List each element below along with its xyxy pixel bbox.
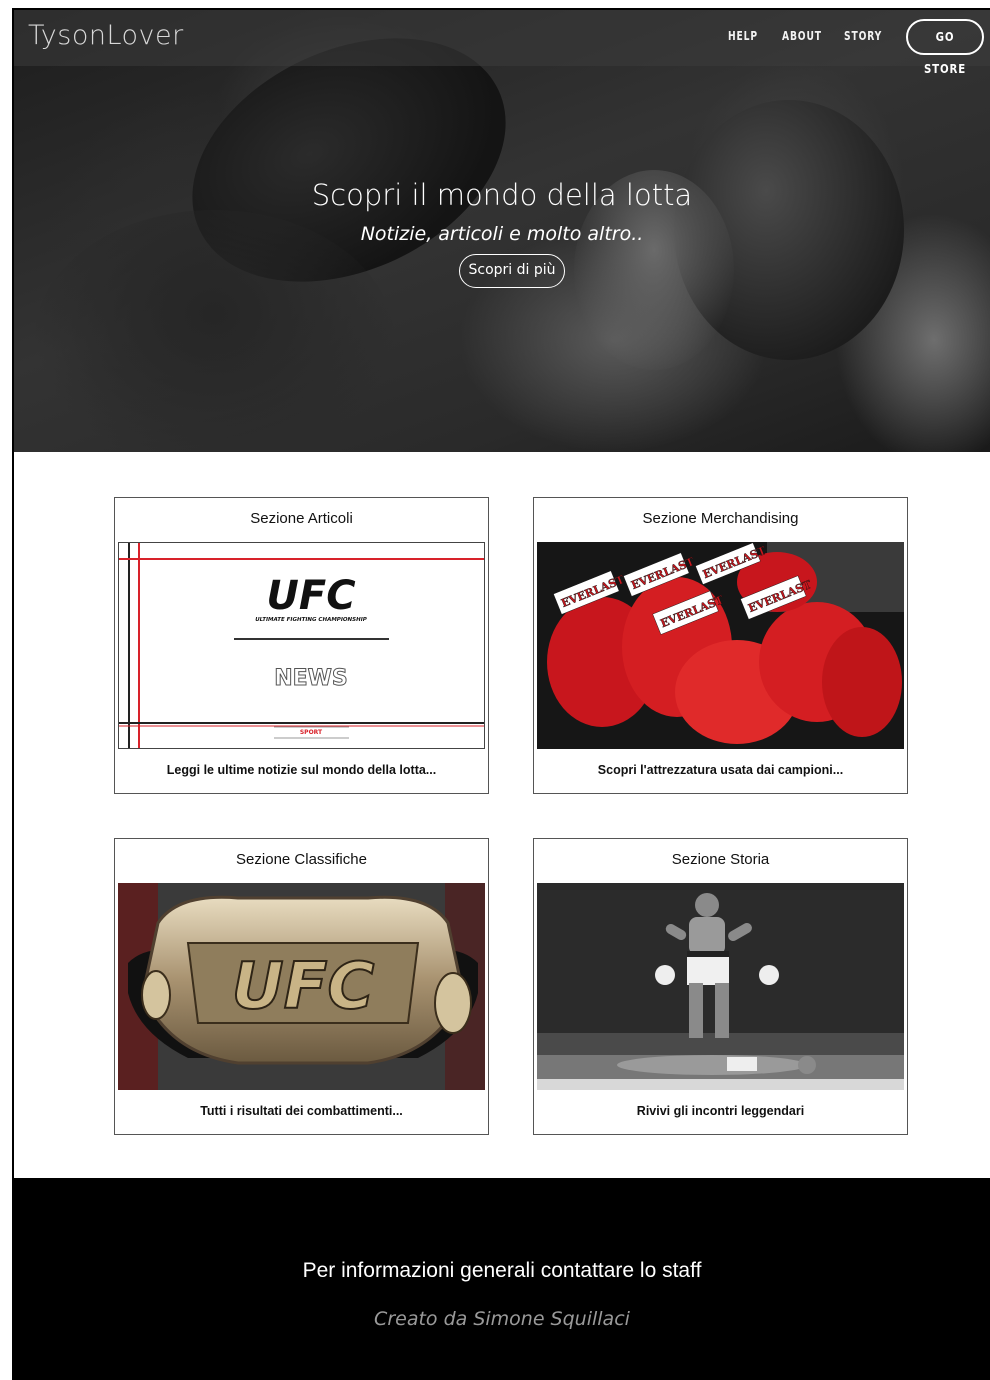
ufc-belt-graphic: UFC — [118, 883, 485, 1090]
card-title: Sezione Merchandising — [642, 510, 799, 527]
ufc-news-graphic: UFC ULTIMATE FIGHTING CHAMPIONSHIP NEWS … — [119, 543, 484, 748]
site-footer: Per informazioni generali contattare lo … — [14, 1178, 990, 1380]
go-store-button[interactable]: GO STORE — [906, 19, 984, 76]
hero-background-arm — [34, 210, 394, 452]
card-articoli[interactable]: Sezione Articoli UFC ULTIMATE FIGHTING C… — [114, 497, 489, 794]
card-image-boxing-gloves[interactable]: EVERLAST EVERLAST EVERLAST EVERLAST EVER… — [537, 542, 904, 749]
nav-story[interactable]: STORY — [844, 29, 882, 43]
footer-contact-text: Per informazioni generali contattare lo … — [302, 1259, 702, 1282]
belt-ufc-text: UFC — [232, 950, 375, 1024]
card-image-ufc-belt[interactable]: UFC — [118, 883, 485, 1090]
sport-footer-text: SPORT — [300, 729, 323, 736]
discover-more-button[interactable]: Scopri di più — [459, 254, 565, 288]
ufc-tagline-text: ULTIMATE FIGHTING CHAMPIONSHIP — [255, 617, 367, 623]
hero-title: Scopri il mondo della lotta — [311, 178, 693, 212]
top-navbar: TysonLover HELP ABOUT STORY GO STORE — [14, 10, 990, 76]
nav-help[interactable]: HELP — [728, 29, 758, 43]
card-caption: Leggi le ultime notizie sul mondo della … — [166, 763, 437, 777]
card-merchandising[interactable]: Sezione Merchandising EVERLAST EVERLAST … — [533, 497, 908, 794]
card-caption: Scopri l'attrezzatura usata dai campioni… — [597, 763, 844, 777]
news-headline: NEWS — [274, 666, 348, 691]
card-title: Sezione Articoli — [250, 510, 353, 527]
card-storia[interactable]: Sezione Storia Rivivi gli incontri legge… — [533, 838, 908, 1135]
page-frame: TysonLover HELP ABOUT STORY GO STORE Sco… — [12, 8, 990, 1380]
ufc-logo-text: UFC — [266, 573, 355, 619]
card-title: Sezione Classifiche — [236, 851, 367, 868]
footer-credit-text: Creato da Simone Squillaci — [374, 1308, 630, 1330]
card-caption: Rivivi gli incontri leggendari — [636, 1104, 805, 1118]
boxing-gloves-graphic: EVERLAST EVERLAST EVERLAST EVERLAST EVER… — [537, 542, 904, 749]
card-image-ufc-news[interactable]: UFC ULTIMATE FIGHTING CHAMPIONSHIP NEWS … — [118, 542, 485, 749]
hero-section: TysonLover HELP ABOUT STORY GO STORE Sco… — [14, 10, 990, 452]
go-store-label: GO STORE — [923, 30, 967, 76]
card-classifiche[interactable]: Sezione Classifiche UFC Tutti i risultat… — [114, 838, 489, 1135]
hero-subtitle: Notizie, articoli e molto altro.. — [360, 223, 644, 245]
card-image-ali-liston[interactable] — [537, 883, 904, 1090]
card-title: Sezione Storia — [671, 851, 770, 868]
legendary-fight-graphic — [537, 883, 904, 1090]
nav-about[interactable]: ABOUT — [782, 29, 822, 43]
site-logo[interactable]: TysonLover — [28, 20, 184, 51]
card-caption: Tutti i risultati dei combattimenti... — [200, 1104, 403, 1118]
